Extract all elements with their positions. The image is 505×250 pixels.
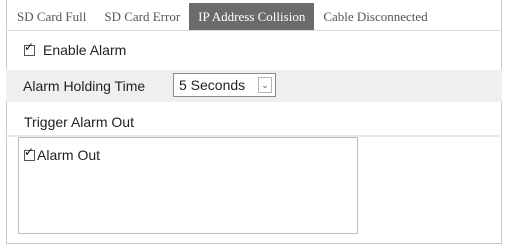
tab-cable-disconnected[interactable]: Cable Disconnected bbox=[314, 3, 436, 30]
trigger-alarm-out-label: Trigger Alarm Out bbox=[24, 114, 134, 130]
chevron-down-icon[interactable]: ⌄ bbox=[258, 77, 272, 93]
checkmark-icon: ✓ bbox=[24, 39, 35, 54]
holding-time-label: Alarm Holding Time bbox=[23, 78, 146, 94]
tab-sd-card-full[interactable]: SD Card Full bbox=[8, 3, 95, 30]
tab-divider bbox=[6, 30, 502, 31]
tab-sd-card-error[interactable]: SD Card Error bbox=[95, 3, 189, 30]
alarm-out-checkbox[interactable]: ✓ bbox=[24, 146, 35, 161]
enable-alarm-row: ✓ Enable Alarm bbox=[24, 41, 127, 58]
enable-alarm-label: Enable Alarm bbox=[43, 42, 127, 58]
holding-time-row: Alarm Holding Time 5 Seconds ⌄ bbox=[6, 70, 502, 102]
holding-time-value: 5 Seconds bbox=[179, 77, 246, 93]
holding-time-select[interactable]: 5 Seconds ⌄ bbox=[173, 73, 276, 97]
checkmark-icon: ✓ bbox=[24, 144, 35, 159]
alarm-out-item: ✓ Alarm Out bbox=[24, 146, 101, 163]
enable-alarm-checkbox[interactable]: ✓ bbox=[24, 41, 35, 56]
alarm-out-label: Alarm Out bbox=[37, 147, 101, 163]
alarm-out-list: ✓ Alarm Out bbox=[18, 137, 358, 234]
tab-bar: SD Card Full SD Card Error IP Address Co… bbox=[8, 3, 437, 30]
tab-ip-address-collision[interactable]: IP Address Collision bbox=[189, 3, 315, 30]
